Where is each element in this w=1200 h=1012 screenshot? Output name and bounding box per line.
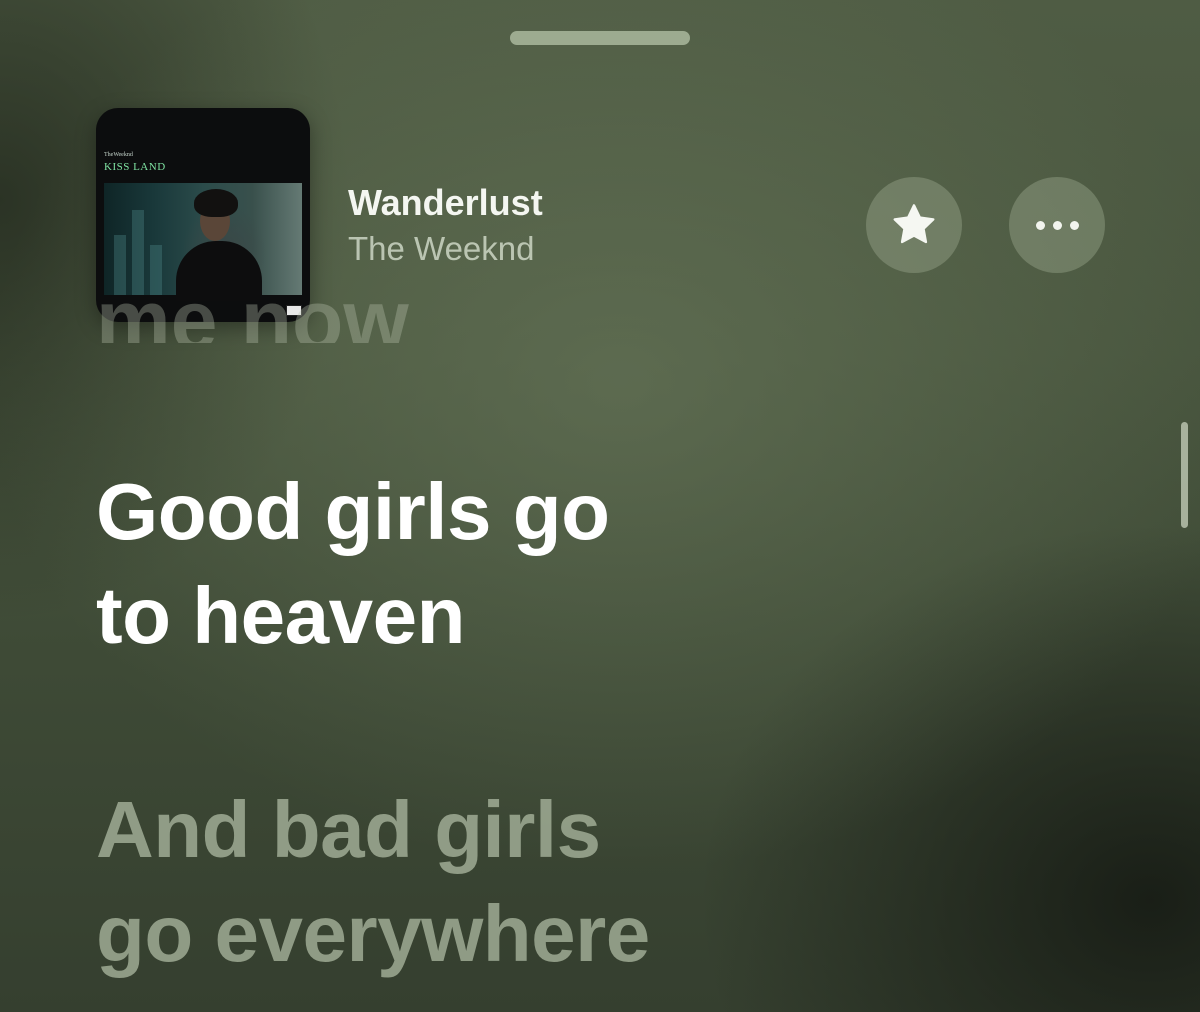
previous-lyric-text: me now (96, 288, 409, 343)
star-icon (893, 204, 935, 244)
album-art-title-text: KISS LAND (104, 161, 166, 173)
ellipsis-icon (1035, 220, 1079, 230)
album-art-brand-text: TheWeeknd (104, 152, 133, 158)
current-lyric[interactable]: Good girls go to heaven (96, 460, 996, 668)
more-options-button[interactable] (1009, 177, 1105, 273)
previous-lyric-line[interactable]: me now (96, 288, 456, 343)
next-lyric-line-2: go everywhere (96, 889, 650, 978)
sheet-grabber-handle[interactable] (510, 31, 690, 45)
album-art-photo (104, 183, 302, 301)
next-lyric-line-1: And bad girls (96, 785, 601, 874)
favorite-button[interactable] (866, 177, 962, 273)
track-title[interactable]: Wanderlust (348, 182, 543, 224)
next-lyric[interactable]: And bad girls go everywhere (96, 778, 996, 986)
scroll-indicator[interactable] (1181, 422, 1188, 528)
track-artist[interactable]: The Weeknd (348, 230, 535, 268)
current-lyric-line-1: Good girls go (96, 467, 610, 556)
current-lyric-line-2: to heaven (96, 571, 465, 660)
